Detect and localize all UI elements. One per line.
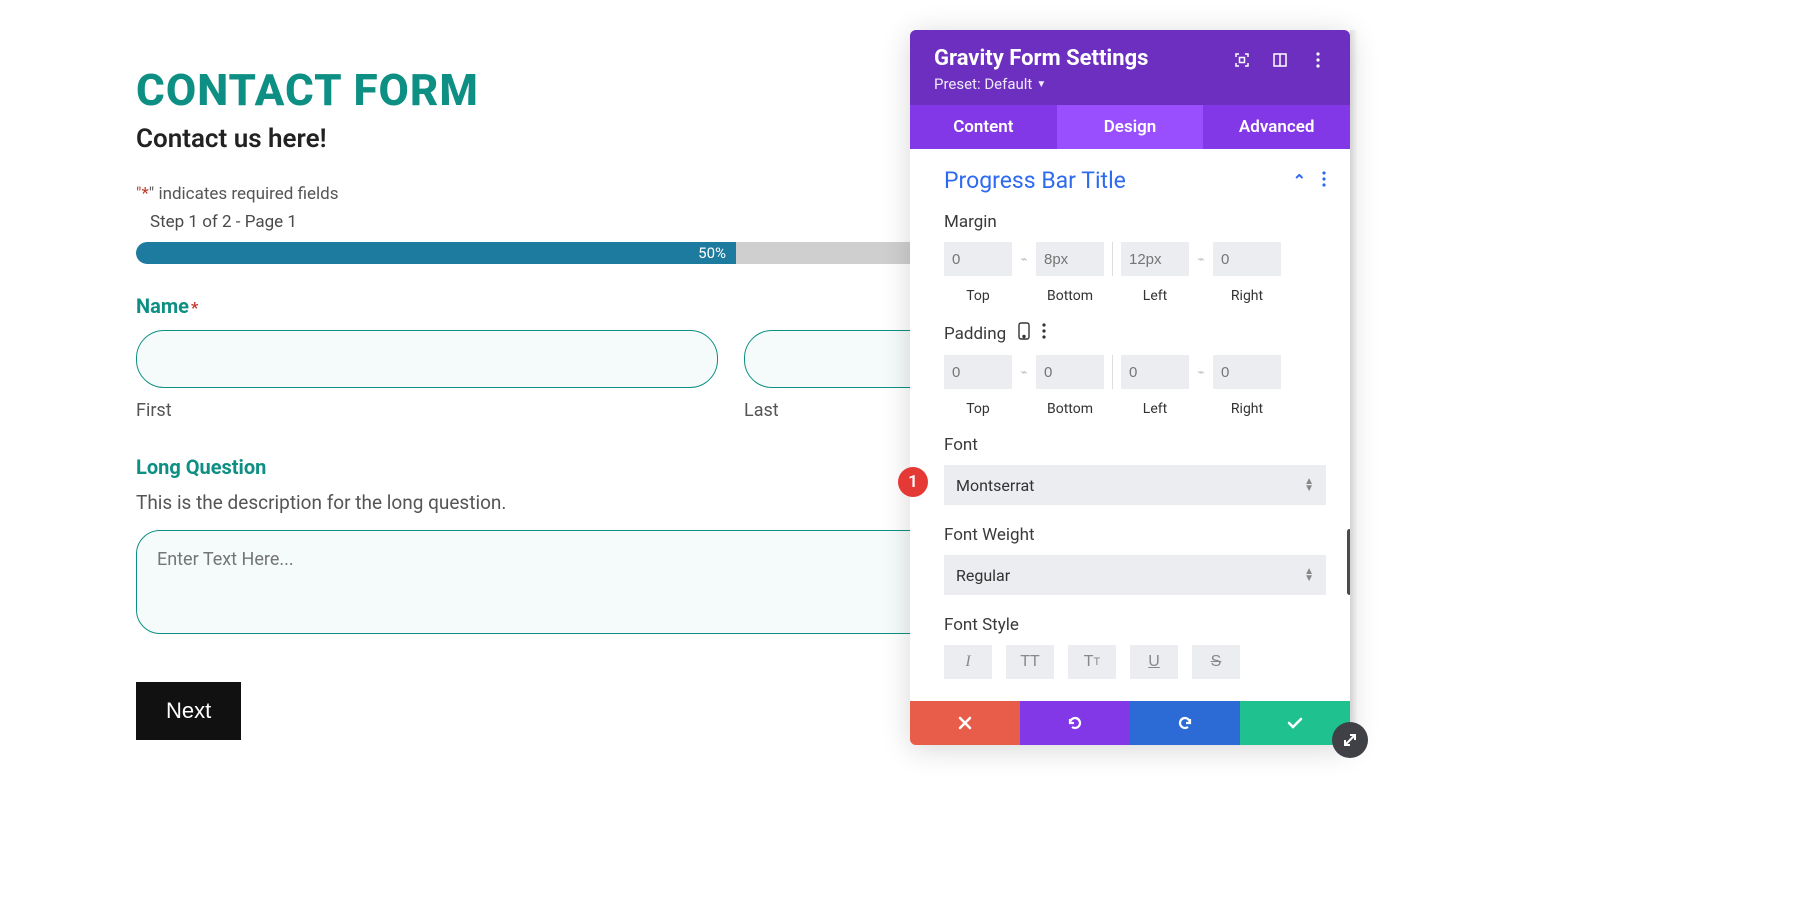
padding-right-input[interactable] — [1213, 355, 1281, 389]
settings-panel: Gravity Form Settings Preset: Default ▼ … — [910, 30, 1350, 745]
progress-fill: 50% — [136, 242, 736, 264]
chevron-up-icon[interactable]: ⌃ — [1293, 171, 1306, 190]
annotation-badge-1: 1 — [898, 467, 928, 497]
panel-footer — [910, 701, 1350, 745]
padding-bottom-input[interactable] — [1036, 355, 1104, 389]
select-arrows-icon: ▲▼ — [1304, 478, 1314, 492]
font-label: Font — [944, 435, 1326, 455]
margin-bottom-input[interactable] — [1036, 242, 1104, 276]
panel-title: Gravity Form Settings — [934, 46, 1148, 71]
tab-content[interactable]: Content — [910, 105, 1057, 149]
margin-top-input[interactable] — [944, 242, 1012, 276]
columns-icon[interactable] — [1272, 52, 1288, 68]
padding-label: Padding — [944, 322, 1326, 345]
font-style-label: Font Style — [944, 615, 1326, 635]
device-mobile-icon[interactable] — [1018, 322, 1030, 345]
padding-inputs: ⌁ ⌁ — [944, 355, 1326, 389]
padding-left-input[interactable] — [1121, 355, 1189, 389]
link-icon[interactable]: ⌁ — [1014, 242, 1034, 276]
tab-advanced[interactable]: Advanced — [1203, 105, 1350, 149]
italic-button[interactable]: I — [944, 645, 992, 679]
margin-inputs: ⌁ ⌁ — [944, 242, 1326, 276]
link-icon[interactable]: ⌁ — [1014, 355, 1034, 389]
margin-label: Margin — [944, 212, 1326, 232]
tab-design[interactable]: Design — [1057, 105, 1204, 149]
resize-handle[interactable] — [1332, 722, 1368, 758]
smallcaps-button[interactable]: TT — [1068, 645, 1116, 679]
select-arrows-icon: ▲▼ — [1304, 568, 1314, 582]
panel-body: Progress Bar Title ⌃ Margin ⌁ ⌁ — [910, 149, 1350, 701]
panel-tabs: Content Design Advanced — [910, 105, 1350, 149]
strikethrough-button[interactable]: S — [1192, 645, 1240, 679]
font-weight-select[interactable]: Regular ▲▼ — [944, 555, 1326, 595]
font-select[interactable]: Montserrat ▲▼ — [944, 465, 1326, 505]
padding-more-icon[interactable] — [1042, 323, 1046, 344]
margin-left-input[interactable] — [1121, 242, 1189, 276]
undo-button[interactable] — [1020, 701, 1130, 745]
font-style-buttons: I TT TT U S — [944, 645, 1326, 679]
font-weight-label: Font Weight — [944, 525, 1326, 545]
more-icon[interactable] — [1310, 52, 1326, 68]
first-name-input[interactable] — [136, 330, 718, 388]
caret-down-icon: ▼ — [1036, 79, 1046, 90]
first-name-sublabel: First — [136, 400, 718, 421]
section-more-icon[interactable] — [1322, 171, 1326, 191]
underline-button[interactable]: U — [1130, 645, 1178, 679]
padding-top-input[interactable] — [944, 355, 1012, 389]
panel-preset[interactable]: Preset: Default ▼ — [934, 75, 1148, 93]
redo-button[interactable] — [1130, 701, 1240, 745]
cancel-button[interactable] — [910, 701, 1020, 745]
section-title[interactable]: Progress Bar Title — [944, 167, 1126, 194]
next-button[interactable]: Next — [136, 682, 241, 740]
scrollbar-thumb[interactable] — [1347, 529, 1350, 595]
expand-icon[interactable] — [1234, 52, 1250, 68]
uppercase-button[interactable]: TT — [1006, 645, 1054, 679]
link-icon[interactable]: ⌁ — [1191, 355, 1211, 389]
progress-percent: 50% — [698, 244, 726, 262]
margin-right-input[interactable] — [1213, 242, 1281, 276]
panel-header: Gravity Form Settings Preset: Default ▼ — [910, 30, 1350, 105]
link-icon[interactable]: ⌁ — [1191, 242, 1211, 276]
